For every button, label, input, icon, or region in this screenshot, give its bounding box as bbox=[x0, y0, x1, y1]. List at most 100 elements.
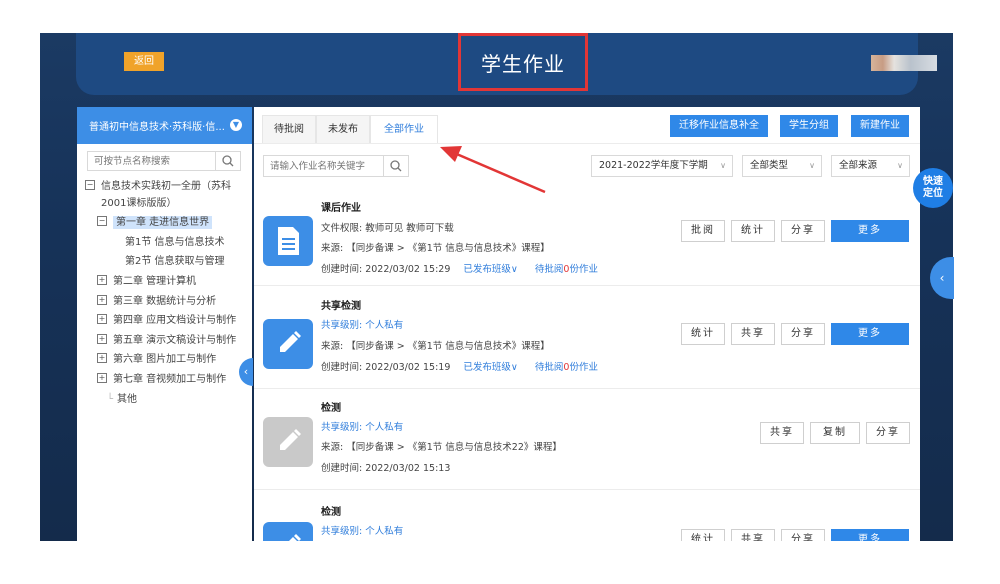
more-button[interactable]: 更多 bbox=[831, 323, 909, 345]
pending-review-count[interactable]: 待批阅0份作业 bbox=[535, 264, 598, 275]
homework-source: 来源: 【同步备课 > 《第1节 信息与信息技术》课程】 bbox=[321, 243, 550, 254]
tree-node-label: 第1节 信息与信息技术 bbox=[125, 237, 225, 248]
tree-node-section-1[interactable]: 第1节 信息与信息技术 bbox=[125, 233, 225, 248]
pending-suffix: 份作业 bbox=[569, 362, 598, 373]
share-button[interactable]: 分享 bbox=[781, 323, 825, 345]
term-select-value: 2021-2022学年度下学期 bbox=[599, 160, 708, 171]
tab-unpublished[interactable]: 未发布 bbox=[316, 115, 370, 144]
share-button[interactable]: 分享 bbox=[866, 422, 910, 444]
course-selector[interactable]: 普通初中信息技术·苏科版·信... ▼ bbox=[77, 107, 252, 144]
tree-node-label: 第七章 音视频加工与制作 bbox=[113, 374, 227, 385]
tree-node-book[interactable]: − 信息技术实践初一全册（苏科 bbox=[85, 177, 231, 192]
pending-label: 待批阅 bbox=[534, 362, 564, 373]
tree-node-chapter-1[interactable]: − 第一章 走进信息世界 bbox=[97, 213, 213, 229]
expand-icon[interactable]: + bbox=[97, 314, 107, 324]
quick-locate-button[interactable]: 快速定位 bbox=[913, 168, 953, 208]
homework-meta: 创建时间: 2022/03/02 15:29 已发布班级∨ 待批阅0份作业 bbox=[321, 261, 598, 275]
tree-branch-icon: └ bbox=[107, 394, 114, 405]
chevron-left-icon: ‹ bbox=[939, 271, 945, 285]
published-classes-toggle[interactable]: 已发布班级∨ bbox=[463, 362, 517, 373]
expand-icon[interactable]: + bbox=[97, 295, 107, 305]
homework-title[interactable]: 课后作业 bbox=[321, 199, 361, 214]
share-button[interactable]: 分享 bbox=[781, 220, 825, 242]
user-avatar-blurred[interactable] bbox=[871, 55, 937, 71]
source-select[interactable]: 全部来源 ∨ bbox=[831, 155, 910, 177]
share-to-pool-button[interactable]: 共享 bbox=[731, 529, 775, 541]
tree-node-label: 信息技术实践初一全册（苏科 bbox=[101, 181, 231, 192]
search-icon[interactable] bbox=[383, 156, 408, 176]
stats-button[interactable]: 统计 bbox=[681, 529, 725, 541]
tree-node-label: 第五章 演示文稿设计与制作 bbox=[113, 335, 237, 346]
tree-search-box bbox=[87, 151, 241, 171]
tree-node-label: 第一章 走进信息世界 bbox=[113, 216, 213, 229]
tree-node-chapter-6[interactable]: + 第六章 图片加工与制作 bbox=[97, 350, 216, 365]
tree-node-label: 第四章 应用文档设计与制作 bbox=[113, 315, 237, 326]
review-button[interactable]: 批阅 bbox=[681, 220, 725, 242]
search-icon[interactable] bbox=[215, 152, 240, 170]
tree-node-chapter-7[interactable]: + 第七章 音视频加工与制作 bbox=[97, 370, 226, 385]
tree-node-chapter-2[interactable]: + 第二章 管理计算机 bbox=[97, 272, 196, 287]
pencil-icon bbox=[263, 417, 313, 467]
tree-node-chapter-5[interactable]: + 第五章 演示文稿设计与制作 bbox=[97, 331, 236, 346]
copy-button[interactable]: 复制 bbox=[810, 422, 860, 444]
quick-locate-label: 快速定位 bbox=[923, 176, 943, 199]
stats-button[interactable]: 统计 bbox=[681, 323, 725, 345]
homework-card: 检测 共享级别: 个人私有 来源: 【同步备课 > 《第1节 信息与信息技术22… bbox=[254, 389, 920, 490]
pending-suffix: 份作业 bbox=[569, 264, 598, 275]
type-select[interactable]: 全部类型 ∨ bbox=[742, 155, 822, 177]
type-select-value: 全部类型 bbox=[750, 160, 789, 171]
tree-node-label: 其他 bbox=[117, 394, 138, 405]
tree-node-label: 第六章 图片加工与制作 bbox=[113, 354, 217, 365]
tree-node-chapter-3[interactable]: + 第三章 数据统计与分析 bbox=[97, 292, 216, 307]
tab-pending-review[interactable]: 待批阅 bbox=[262, 115, 316, 144]
tree-node-section-2[interactable]: 第2节 信息获取与管理 bbox=[125, 252, 225, 267]
homework-card: 检测 共享级别: 个人私有 统计 共享 分享 更多 bbox=[254, 490, 920, 541]
tree-node-chapter-4[interactable]: + 第四章 应用文档设计与制作 bbox=[97, 311, 236, 326]
new-homework-button[interactable]: 新建作业 bbox=[851, 115, 909, 137]
page-title-highlight: 学生作业 bbox=[458, 33, 588, 91]
tree-node-other[interactable]: └ 其他 bbox=[107, 390, 137, 405]
student-group-button[interactable]: 学生分组 bbox=[780, 115, 838, 137]
expand-icon[interactable]: + bbox=[97, 275, 107, 285]
migrate-homework-button[interactable]: 迁移作业信息补全 bbox=[670, 115, 768, 137]
share-button[interactable]: 分享 bbox=[781, 529, 825, 541]
expand-icon[interactable]: + bbox=[97, 334, 107, 344]
tree-node-book-cont: 2001课标版版） bbox=[101, 194, 176, 209]
homework-search-input[interactable] bbox=[264, 156, 382, 176]
chevron-down-icon[interactable]: ▼ bbox=[230, 119, 242, 131]
tree-search-input[interactable] bbox=[88, 152, 214, 170]
term-select[interactable]: 2021-2022学年度下学期 ∨ bbox=[591, 155, 733, 177]
more-button[interactable]: 更多 bbox=[831, 220, 909, 242]
share-level: 共享级别: 个人私有 bbox=[321, 526, 404, 537]
homework-source: 来源: 【同步备课 > 《第1节 信息与信息技术22》课程】 bbox=[321, 442, 562, 453]
homework-title[interactable]: 检测 bbox=[321, 503, 341, 518]
pencil-icon bbox=[263, 522, 313, 541]
homework-title[interactable]: 检测 bbox=[321, 399, 341, 414]
expand-icon[interactable]: + bbox=[97, 373, 107, 383]
more-button[interactable]: 更多 bbox=[831, 529, 909, 541]
homework-panel: 待批阅 未发布 全部作业 迁移作业信息补全 学生分组 新建作业 2021-202… bbox=[254, 107, 920, 541]
share-to-pool-button[interactable]: 共享 bbox=[760, 422, 804, 444]
share-level: 共享级别: 个人私有 bbox=[321, 320, 404, 331]
course-tree-panel: 普通初中信息技术·苏科版·信... ▼ −信息技术实践初一全册（苏科 2001课… bbox=[77, 107, 252, 541]
tree-node-label: 第2节 信息获取与管理 bbox=[125, 256, 225, 267]
created-time: 创建时间: 2022/03/02 15:19 bbox=[321, 362, 451, 373]
share-level: 共享级别: 个人私有 bbox=[321, 422, 404, 433]
tab-all-homework[interactable]: 全部作业 bbox=[370, 115, 438, 144]
homework-card: 课后作业 文件权限: 教师可见 教师可下载 来源: 【同步备课 > 《第1节 信… bbox=[254, 187, 920, 286]
collapse-icon[interactable]: − bbox=[97, 216, 107, 226]
back-button[interactable]: 返回 bbox=[124, 52, 164, 71]
share-to-pool-button[interactable]: 共享 bbox=[731, 323, 775, 345]
stats-button[interactable]: 统计 bbox=[731, 220, 775, 242]
homework-source: 来源: 【同步备课 > 《第1节 信息与信息技术》课程】 bbox=[321, 341, 550, 352]
app-frame: 返回 学生作业 普通初中信息技术·苏科版·信... ▼ −信息技术实践初一全册（… bbox=[40, 33, 953, 541]
expand-icon[interactable]: + bbox=[97, 353, 107, 363]
collapse-icon[interactable]: − bbox=[85, 180, 95, 190]
homework-meta: 创建时间: 2022/03/02 15:19 已发布班级∨ 待批阅0份作业 bbox=[321, 359, 598, 373]
pending-review-count[interactable]: 待批阅0份作业 bbox=[535, 362, 598, 373]
homework-card: 共享检测 共享级别: 个人私有 来源: 【同步备课 > 《第1节 信息与信息技术… bbox=[254, 286, 920, 389]
chevron-down-icon: ∨ bbox=[720, 161, 726, 170]
chevron-down-icon: ∨ bbox=[809, 161, 815, 170]
published-classes-toggle[interactable]: 已发布班级∨ bbox=[463, 264, 517, 275]
homework-title[interactable]: 共享检测 bbox=[321, 297, 361, 312]
